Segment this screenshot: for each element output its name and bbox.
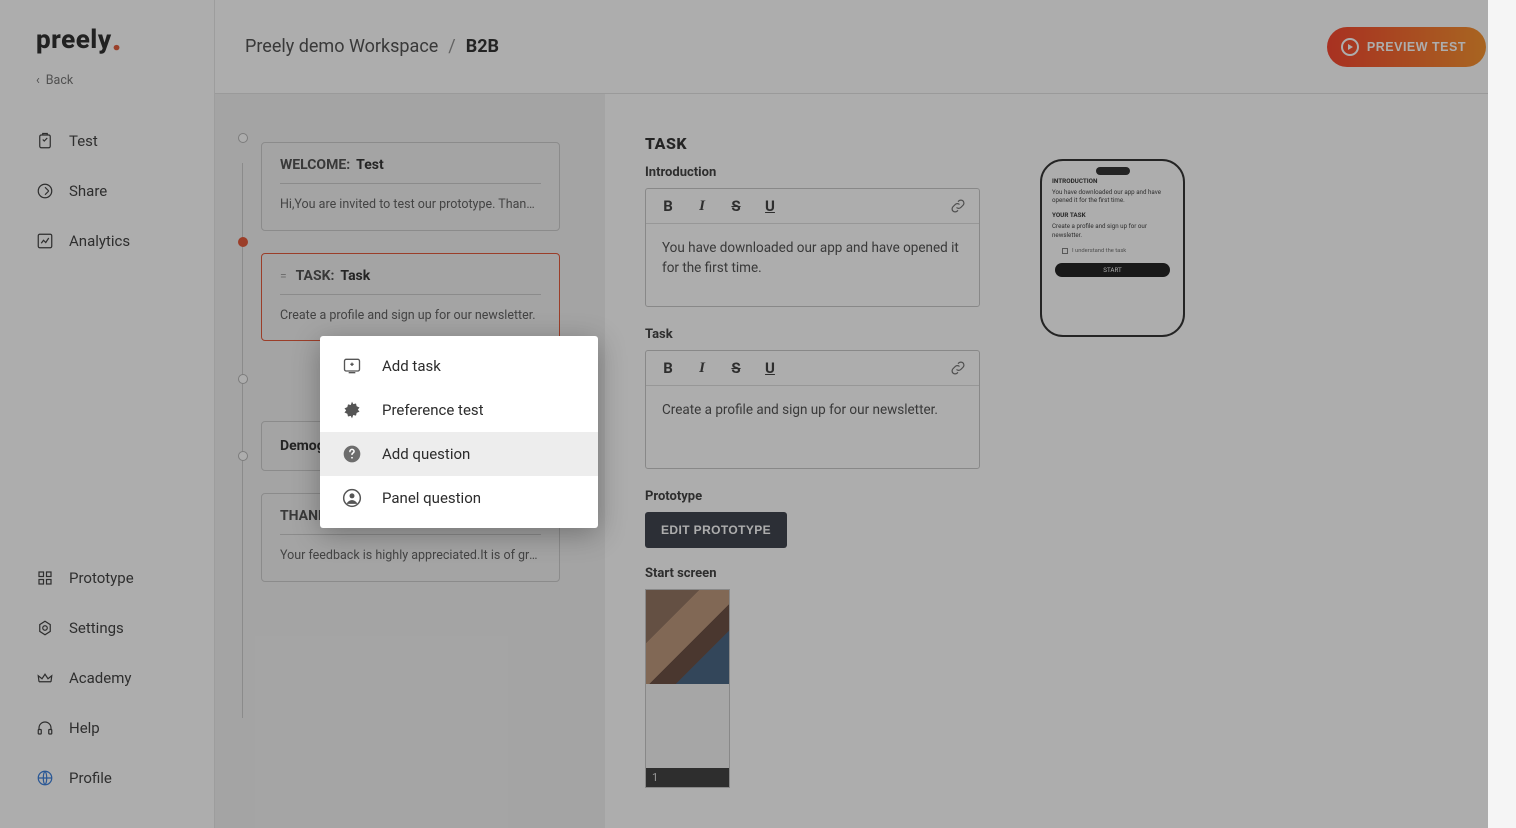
modal-overlay[interactable] bbox=[0, 0, 1516, 828]
gear-icon bbox=[342, 400, 362, 420]
menu-add-question[interactable]: Add question bbox=[320, 432, 598, 476]
menu-preference-test[interactable]: Preference test bbox=[320, 388, 598, 432]
add-step-menu: Add task Preference test Add question Pa… bbox=[320, 336, 598, 528]
question-icon bbox=[342, 444, 362, 464]
menu-add-task[interactable]: Add task bbox=[320, 344, 598, 388]
task-icon bbox=[342, 356, 362, 376]
vertical-scrollbar[interactable] bbox=[1488, 0, 1516, 828]
person-icon bbox=[342, 488, 362, 508]
menu-panel-question[interactable]: Panel question bbox=[320, 476, 598, 520]
